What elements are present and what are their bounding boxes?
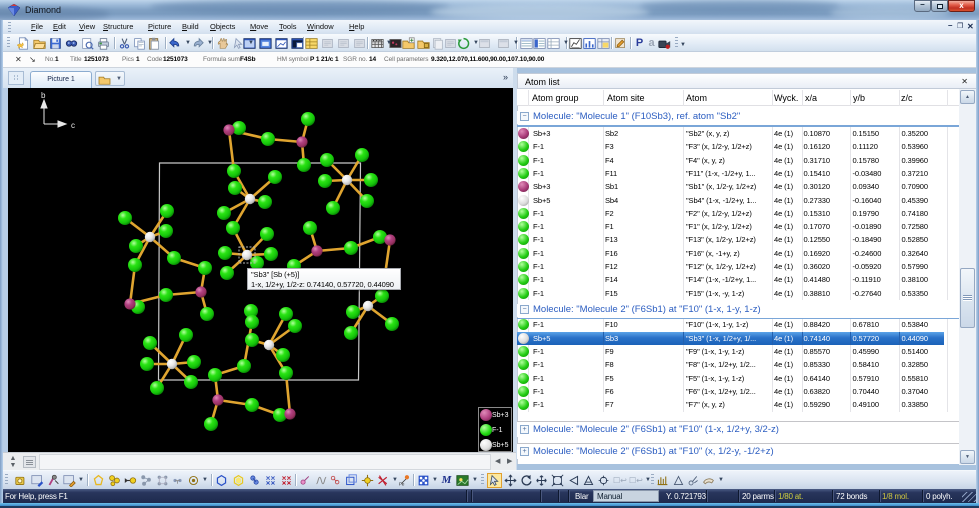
svg-text:Fe: Fe	[399, 481, 405, 487]
svg-text:b: b	[41, 91, 46, 100]
svg-text:c: c	[71, 121, 75, 130]
